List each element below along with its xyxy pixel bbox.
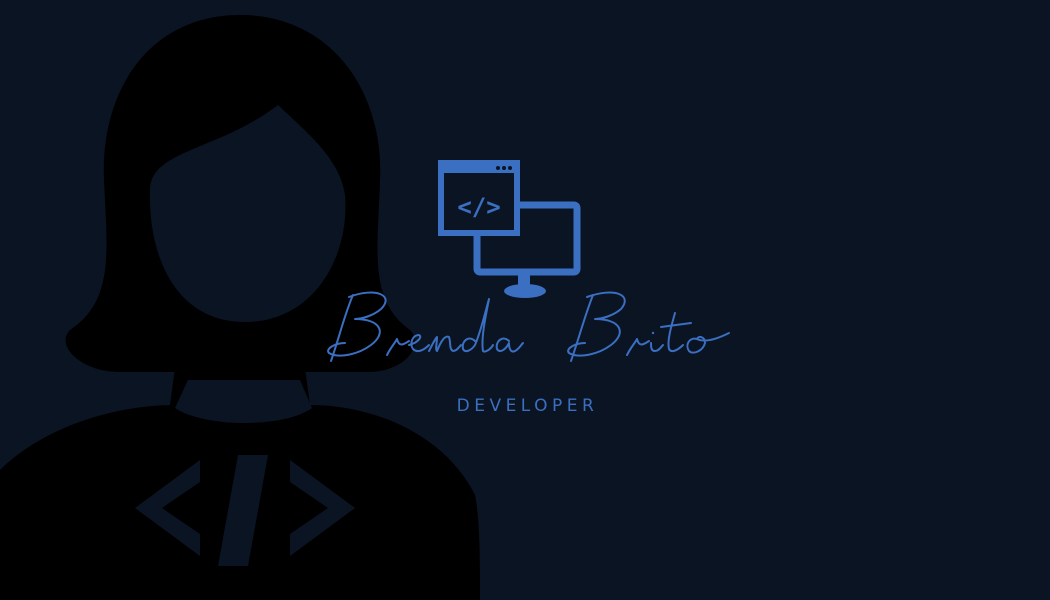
business-card-canvas: </> Brenda Brito bbox=[0, 0, 1050, 600]
code-window-monitor-icon: </> bbox=[438, 160, 581, 298]
logo-code-text: </> bbox=[457, 193, 500, 221]
role-subtitle: DEVELOPER bbox=[456, 396, 599, 416]
brand-name-script bbox=[327, 291, 730, 362]
